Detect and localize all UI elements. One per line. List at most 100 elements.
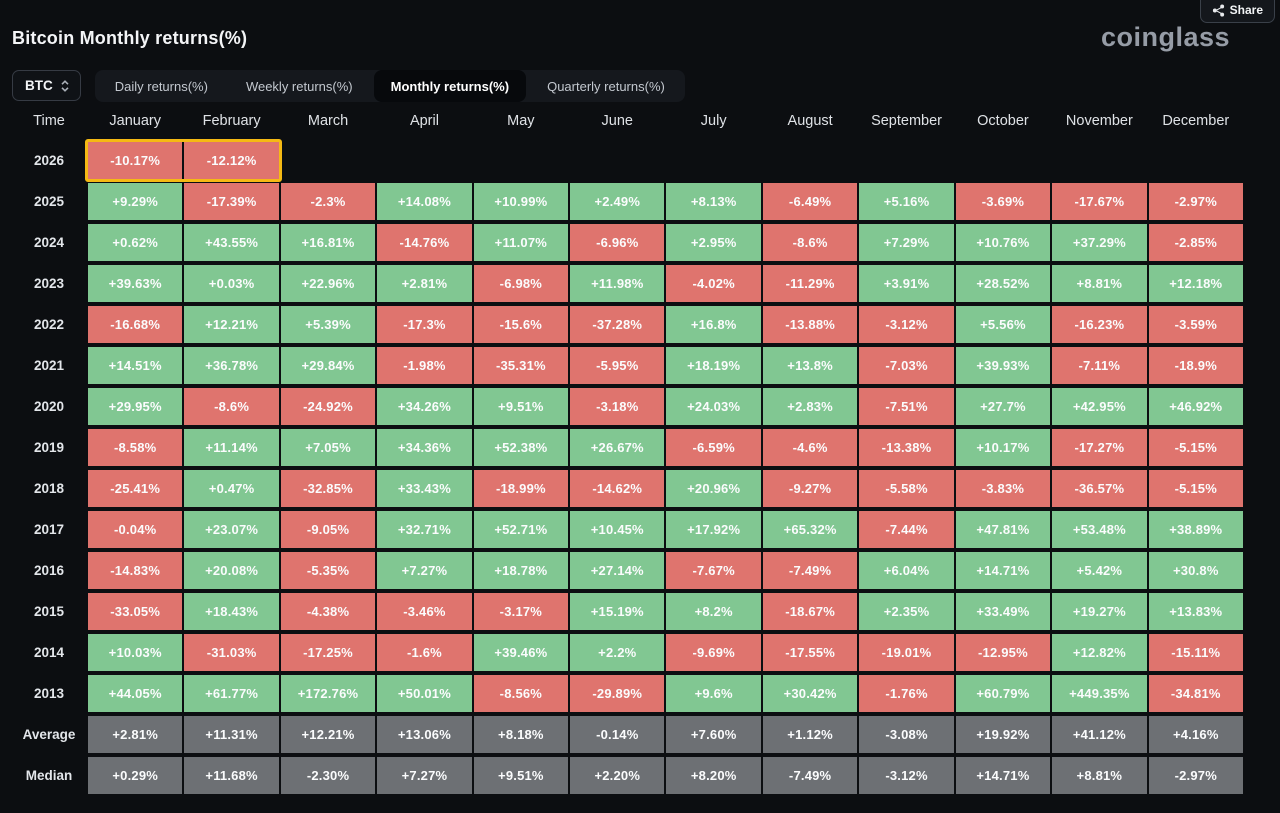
controls-row: BTC Daily returns(%) Weekly returns(%) Mon… xyxy=(12,70,685,102)
tab-weekly-returns[interactable]: Weekly returns(%) xyxy=(229,70,370,102)
return-cell: -14.76% xyxy=(377,224,472,261)
return-cell: -24.92% xyxy=(280,388,376,425)
return-cell: -0.04% xyxy=(88,511,183,548)
return-cell: +19.27% xyxy=(1052,593,1147,630)
return-cell: -3.46% xyxy=(377,593,472,630)
return-cell: -17.3% xyxy=(377,306,472,343)
return-cell: +46.92% xyxy=(1148,388,1243,425)
return-cell: +19.92% xyxy=(955,716,1051,753)
symbol-select[interactable]: BTC xyxy=(12,70,81,101)
return-cell: -7.44% xyxy=(859,511,954,548)
tab-daily-returns[interactable]: Daily returns(%) xyxy=(98,70,225,102)
tab-monthly-returns[interactable]: Monthly returns(%) xyxy=(373,70,527,102)
return-cell: -2.97% xyxy=(1148,183,1243,220)
return-cell: -12.95% xyxy=(955,634,1051,671)
return-cell: +34.26% xyxy=(377,388,472,425)
return-cell: +5.16% xyxy=(859,183,954,220)
return-cell: -16.68% xyxy=(88,306,183,343)
return-cell: -7.11% xyxy=(1052,347,1147,384)
return-cell: +32.71% xyxy=(377,511,472,548)
time-column-header: Time xyxy=(33,113,65,129)
return-cell: +18.19% xyxy=(666,347,761,384)
return-cell: -3.17% xyxy=(473,593,569,630)
return-cell: +2.20% xyxy=(570,757,665,794)
return-cell: +449.35% xyxy=(1052,675,1147,712)
return-cell: -14.83% xyxy=(88,552,183,589)
return-cell: -2.85% xyxy=(1148,224,1243,261)
return-cell: +10.76% xyxy=(955,224,1051,261)
return-cell: +33.49% xyxy=(955,593,1051,630)
return-cell: +0.47% xyxy=(184,470,279,507)
return-cell: +14.08% xyxy=(377,183,472,220)
return-cell: -8.6% xyxy=(184,388,279,425)
table-row: 2022 -16.68% +12.21% +5.39% -17.3% -15.6% -37.… xyxy=(12,306,1243,343)
app-root: Share Bitcoin Monthly returns(%) coingla… xyxy=(0,0,1280,813)
column-header: March xyxy=(307,113,349,129)
return-cell: -12.12% xyxy=(184,142,279,179)
return-cell: +7.60% xyxy=(666,716,761,753)
return-cell: +20.96% xyxy=(666,470,761,507)
row-label: 2026 xyxy=(33,153,65,168)
return-cell: +5.42% xyxy=(1052,552,1147,589)
return-cell: +65.32% xyxy=(762,511,858,548)
return-cell: +12.21% xyxy=(280,716,376,753)
row-label: 2014 xyxy=(33,645,65,660)
return-cell: -5.35% xyxy=(280,552,376,589)
page-title: Bitcoin Monthly returns(%) xyxy=(12,28,248,48)
return-cell: -31.03% xyxy=(184,634,279,671)
column-header: September xyxy=(871,113,942,129)
return-cell: +7.27% xyxy=(377,757,472,794)
share-button[interactable]: Share xyxy=(1199,0,1275,23)
return-cell: +12.82% xyxy=(1052,634,1147,671)
table-row: Median +0.29% +11.68% -2.30% +7.27% +9.51% +2.… xyxy=(12,757,1243,794)
return-cell: +30.8% xyxy=(1148,552,1243,589)
return-cell: -17.25% xyxy=(280,634,376,671)
return-cell: +29.95% xyxy=(88,388,183,425)
column-header: November xyxy=(1065,113,1133,129)
return-cell: +2.49% xyxy=(570,183,665,220)
return-cell: +9.6% xyxy=(666,675,761,712)
row-label: 2024 xyxy=(33,235,65,250)
return-cell: -9.05% xyxy=(280,511,376,548)
row-label: 2023 xyxy=(33,276,65,291)
return-cell: -0.14% xyxy=(570,716,665,753)
return-cell: -1.6% xyxy=(377,634,472,671)
return-cell: +47.81% xyxy=(955,511,1051,548)
return-cell: +41.12% xyxy=(1052,716,1147,753)
column-header: October xyxy=(977,113,1029,129)
symbol-select-value: BTC xyxy=(25,78,53,93)
return-cell: -16.23% xyxy=(1052,306,1147,343)
return-cell: +8.18% xyxy=(473,716,569,753)
return-cell: +29.84% xyxy=(280,347,376,384)
tab-quarterly-returns[interactable]: Quarterly returns(%) xyxy=(530,70,682,102)
table-row: Average +2.81% +11.31% +12.21% +13.06% +8.18%… xyxy=(12,716,1243,753)
return-cell: -37.28% xyxy=(570,306,665,343)
return-cell: -18.9% xyxy=(1148,347,1243,384)
column-header: January xyxy=(109,113,161,129)
return-cell: -2.97% xyxy=(1148,757,1243,794)
return-cell: -10.17% xyxy=(88,142,183,179)
table-row: 2013 +44.05% +61.77% +172.76% +50.01% -8.56% -… xyxy=(12,675,1243,712)
column-header: August xyxy=(787,113,833,129)
return-cell: +10.03% xyxy=(88,634,183,671)
return-cell: +52.71% xyxy=(473,511,569,548)
return-cell: -3.12% xyxy=(859,306,954,343)
return-cell: +27.14% xyxy=(570,552,665,589)
return-cell: +0.03% xyxy=(184,265,279,302)
return-cell: +13.06% xyxy=(377,716,472,753)
row-label: 2020 xyxy=(33,399,65,414)
return-cell: +8.20% xyxy=(666,757,761,794)
return-cell: -7.49% xyxy=(762,757,858,794)
return-cell: -5.95% xyxy=(570,347,665,384)
row-label: Average xyxy=(22,727,76,742)
return-cell: +26.67% xyxy=(570,429,665,466)
return-cell: -1.76% xyxy=(859,675,954,712)
return-cell: +2.81% xyxy=(377,265,472,302)
row-label: 2022 xyxy=(33,317,65,332)
table-row: 2017 -0.04% +23.07% -9.05% +32.71% +52.71% +10… xyxy=(12,511,1243,548)
table-row: 2018 -25.41% +0.47% -32.85% +33.43% -18.99% -1… xyxy=(12,470,1243,507)
return-cell: -6.96% xyxy=(570,224,665,261)
return-cell: -13.88% xyxy=(762,306,858,343)
return-cell: +8.13% xyxy=(666,183,761,220)
return-cell: +5.39% xyxy=(280,306,376,343)
